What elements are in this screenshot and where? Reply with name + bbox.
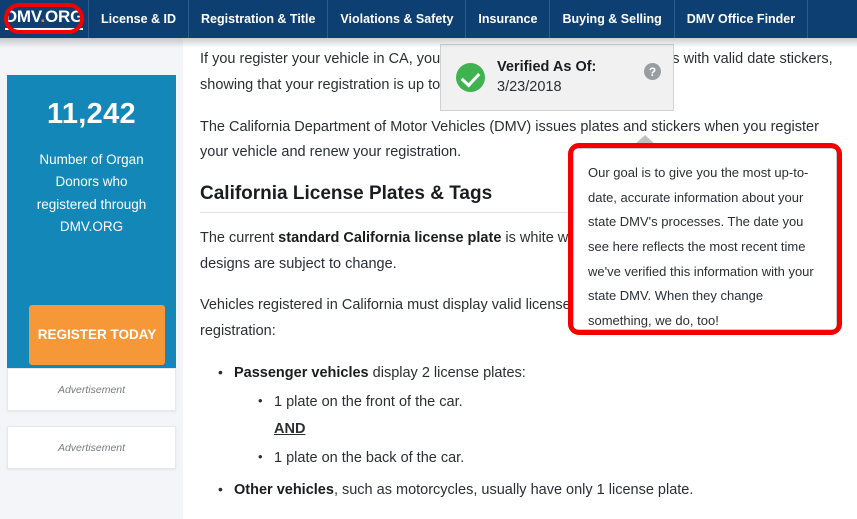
green-check-icon	[456, 63, 485, 92]
other-vehicles-label: Other vehicles	[234, 482, 334, 499]
plate-sublist: 1 plate on the front of the car. AND 1 p…	[256, 389, 835, 472]
donor-count: 11,242	[47, 98, 136, 130]
tooltip-arrow-icon	[633, 135, 657, 146]
verified-as-of-box: Verified As Of: 3/23/2018 ?	[440, 44, 674, 111]
and-connector: AND	[274, 420, 306, 437]
list-item-other-vehicles: Other vehicles, such as motorcycles, usu…	[214, 477, 835, 504]
advertisement-slot-2[interactable]: Advertisement	[7, 426, 176, 469]
other-vehicles-rest: , such as motorcycles, usually have only…	[333, 482, 694, 499]
nav-item-registration-title[interactable]: Registration & Title	[188, 0, 327, 38]
nav-item-dmv-office-finder[interactable]: DMV Office Finder	[673, 0, 809, 38]
list-item-front-plate: 1 plate on the front of the car. AND	[256, 389, 835, 445]
help-question-mark-icon[interactable]: ?	[644, 63, 661, 80]
top-navigation-bar: DMV.ORG License & ID Registration & Titl…	[0, 0, 857, 38]
verified-label: Verified As Of:	[497, 58, 597, 75]
site-logo-text: DMV.ORG	[4, 7, 84, 30]
site-logo[interactable]: DMV.ORG	[0, 0, 88, 38]
license-plate-list: Passenger vehicles display 2 license pla…	[214, 360, 835, 504]
page-body: 11,242 Number of Organ Donors who regist…	[0, 38, 857, 519]
p3-pre: The current	[200, 229, 279, 246]
left-sidebar: 11,242 Number of Organ Donors who regist…	[0, 38, 183, 519]
passenger-vehicles-rest: display 2 license plates:	[368, 365, 526, 382]
nav-item-insurance[interactable]: Insurance	[465, 0, 549, 38]
nav-item-license-id[interactable]: License & ID	[88, 0, 188, 38]
verified-text-group: Verified As Of: 3/23/2018	[497, 58, 596, 97]
logo-secondary: ORG	[45, 7, 84, 26]
donor-description: Number of Organ Donors who registered th…	[36, 152, 147, 234]
register-today-button[interactable]: REGISTER TODAY	[29, 305, 165, 365]
organ-donor-widget: 11,242 Number of Organ Donors who regist…	[7, 75, 176, 391]
verified-date: 3/23/2018	[497, 78, 562, 95]
list-item-passenger-vehicles: Passenger vehicles display 2 license pla…	[214, 360, 835, 472]
nav-item-violations-safety[interactable]: Violations & Safety	[327, 0, 465, 38]
logo-primary: DMV	[4, 7, 41, 26]
nav-item-list: License & ID Registration & Title Violat…	[88, 0, 809, 38]
p3-bold: standard California license plate	[278, 229, 502, 246]
passenger-vehicles-label: Passenger vehicles	[234, 365, 369, 382]
front-plate-text: 1 plate on the front of the car.	[274, 393, 463, 410]
verified-tooltip-popover: Our goal is to give you the most up-to-d…	[573, 148, 837, 330]
nav-item-buying-selling[interactable]: Buying & Selling	[549, 0, 673, 38]
list-item-back-plate: 1 plate on the back of the car.	[256, 445, 835, 472]
advertisement-slot-1[interactable]: Advertisement	[7, 368, 176, 411]
